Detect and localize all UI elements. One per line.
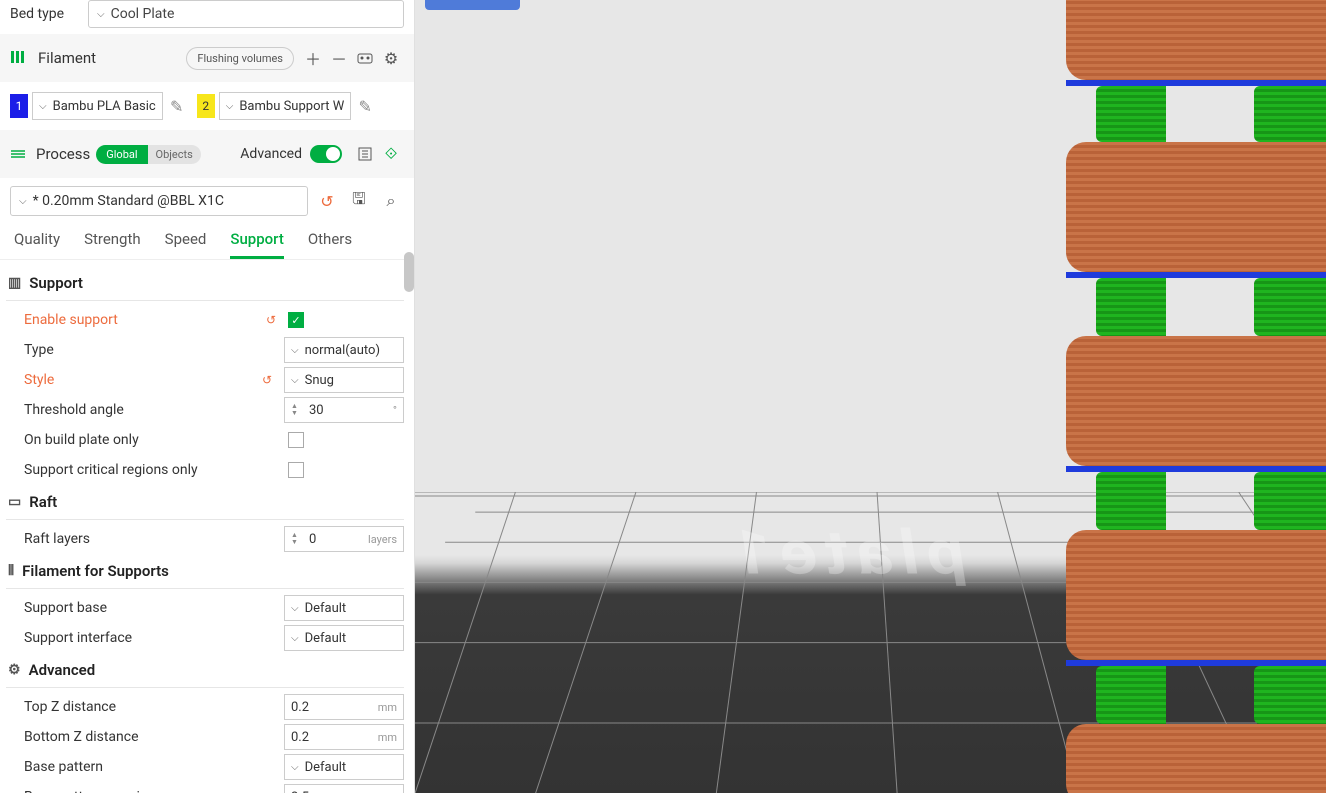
setting-top-z: Top Z distance 0.2mm xyxy=(6,692,404,722)
type-select[interactable]: ⌵normal(auto) xyxy=(284,337,404,363)
chevron-down-icon: ⌵ xyxy=(291,345,299,356)
filament-list: 1 ⌵Bambu PLA Basic ✎ 2 ⌵Bambu Support W … xyxy=(0,82,414,130)
support-interface-select[interactable]: ⌵Default xyxy=(284,625,404,651)
on-plate-checkbox[interactable] xyxy=(288,432,304,448)
setting-style: Style ↺ ⌵Snug xyxy=(6,365,404,395)
process-icon xyxy=(10,145,26,164)
tab-speed[interactable]: Speed xyxy=(165,230,207,259)
raft-group-icon: ▭ xyxy=(8,494,21,510)
add-filament-button[interactable]: ＋ xyxy=(300,45,326,71)
spinner-icon[interactable]: ▲▼ xyxy=(291,403,305,417)
bed-type-row: Bed type ⌵ Cool Plate xyxy=(0,0,414,34)
compare-icon[interactable] xyxy=(352,141,378,167)
sliced-model xyxy=(1066,0,1326,793)
preset-row: ⌵ * 0.20mm Standard @BBL X1C ↺ 🖫 ⌕ xyxy=(0,178,414,224)
chevron-down-icon: ⌵ xyxy=(291,633,299,644)
3d-viewport[interactable]: plate1 xyxy=(415,0,1326,793)
top-z-input[interactable]: 0.2mm xyxy=(284,694,404,720)
reset-preset-icon[interactable]: ↺ xyxy=(314,188,340,214)
plate-label: plate1 xyxy=(719,517,970,589)
filament-select-2[interactable]: ⌵Bambu Support W xyxy=(219,92,352,120)
edit-icon[interactable]: ✎ xyxy=(167,96,187,116)
gear-icon: ⚙ xyxy=(8,662,21,678)
setting-base-pattern: Base pattern ⌵Default xyxy=(6,752,404,782)
filament-icon xyxy=(10,49,28,68)
setting-raft-layers: Raft layers ▲▼0layers xyxy=(6,524,404,554)
tab-others[interactable]: Others xyxy=(308,230,352,259)
chevron-down-icon: ⌵ xyxy=(291,375,299,386)
setting-enable-support: Enable support ↺ ✓ xyxy=(6,305,404,335)
enable-support-checkbox[interactable]: ✓ xyxy=(288,312,304,328)
viewport-top-button[interactable] xyxy=(425,0,520,10)
filament-swatch-1[interactable]: 1 xyxy=(10,94,28,118)
threshold-input[interactable]: ▲▼30° xyxy=(284,397,404,423)
chevron-down-icon: ⌵ xyxy=(19,196,27,207)
setting-threshold: Threshold angle ▲▼30° xyxy=(6,395,404,425)
setting-critical: Support critical regions only xyxy=(6,455,404,485)
group-filament-supports: ⦀Filament for Supports xyxy=(6,554,404,589)
remove-filament-button[interactable]: － xyxy=(326,45,352,71)
bed-type-label: Bed type xyxy=(10,6,88,22)
scrollbar-thumb[interactable] xyxy=(404,252,414,292)
process-tabs: Quality Strength Speed Support Others xyxy=(0,224,414,260)
settings-panel[interactable]: ▥Support Enable support ↺ ✓ Type ⌵normal… xyxy=(0,260,414,793)
tune-icon[interactable]: ⟐ xyxy=(378,141,404,167)
tab-support[interactable]: Support xyxy=(230,230,283,259)
chevron-down-icon: ⌵ xyxy=(291,762,299,773)
chevron-down-icon: ⌵ xyxy=(226,101,234,112)
ams-icon[interactable] xyxy=(352,45,378,71)
process-title: Process xyxy=(36,145,90,163)
filament-group-icon: ⦀ xyxy=(8,563,14,579)
filament-section-header: Filament Flushing volumes ＋ － ⚙ xyxy=(0,34,414,82)
chevron-down-icon: ⌵ xyxy=(39,101,47,112)
chevron-down-icon: ⌵ xyxy=(291,603,299,614)
group-support: ▥Support xyxy=(6,266,404,301)
tab-quality[interactable]: Quality xyxy=(14,230,60,259)
base-pattern-select[interactable]: ⌵Default xyxy=(284,754,404,780)
setting-type: Type ⌵normal(auto) xyxy=(6,335,404,365)
chevron-down-icon: ⌵ xyxy=(97,9,105,20)
save-preset-icon[interactable]: 🖫 xyxy=(346,188,372,214)
filament-select-1[interactable]: ⌵Bambu PLA Basic xyxy=(32,92,163,120)
advanced-label: Advanced xyxy=(240,146,302,162)
spinner-icon[interactable]: ▲▼ xyxy=(291,532,305,546)
flushing-volumes-button[interactable]: Flushing volumes xyxy=(186,47,294,70)
filament-swatch-2[interactable]: 2 xyxy=(197,94,215,118)
group-advanced: ⚙Advanced xyxy=(6,653,404,688)
support-group-icon: ▥ xyxy=(8,275,21,291)
setting-spacing: Base pattern spacing 2.5mm xyxy=(6,782,404,793)
bottom-z-input[interactable]: 0.2mm xyxy=(284,724,404,750)
setting-bottom-z: Bottom Z distance 0.2mm xyxy=(6,722,404,752)
raft-layers-input[interactable]: ▲▼0layers xyxy=(284,526,404,552)
reset-icon[interactable]: ↺ xyxy=(266,313,284,327)
advanced-switch[interactable] xyxy=(310,145,342,163)
setting-on-plate: On build plate only xyxy=(6,425,404,455)
tab-strength[interactable]: Strength xyxy=(84,230,141,259)
setting-support-interface: Support interface ⌵Default xyxy=(6,623,404,653)
edit-icon[interactable]: ✎ xyxy=(355,96,375,116)
spacing-input[interactable]: 2.5mm xyxy=(284,784,404,793)
process-preset-select[interactable]: ⌵ * 0.20mm Standard @BBL X1C xyxy=(10,186,308,216)
bed-type-value: Cool Plate xyxy=(111,6,175,22)
gear-icon[interactable]: ⚙ xyxy=(378,45,404,71)
global-objects-toggle[interactable]: Global Objects xyxy=(96,145,201,164)
style-select[interactable]: ⌵Snug xyxy=(284,367,404,393)
setting-support-base: Support base ⌵Default xyxy=(6,593,404,623)
process-section-header: Process Global Objects Advanced ⟐ xyxy=(0,130,414,178)
search-icon[interactable]: ⌕ xyxy=(378,188,404,214)
settings-sidebar: Bed type ⌵ Cool Plate Filament Flushing … xyxy=(0,0,415,793)
filament-slot-2: 2 ⌵Bambu Support W ✎ xyxy=(197,92,376,120)
filament-slot-1: 1 ⌵Bambu PLA Basic ✎ xyxy=(10,92,187,120)
support-base-select[interactable]: ⌵Default xyxy=(284,595,404,621)
reset-icon[interactable]: ↺ xyxy=(262,373,280,387)
group-raft: ▭Raft xyxy=(6,485,404,520)
bed-type-select[interactable]: ⌵ Cool Plate xyxy=(88,0,404,28)
critical-checkbox[interactable] xyxy=(288,462,304,478)
filament-title: Filament xyxy=(38,49,186,67)
